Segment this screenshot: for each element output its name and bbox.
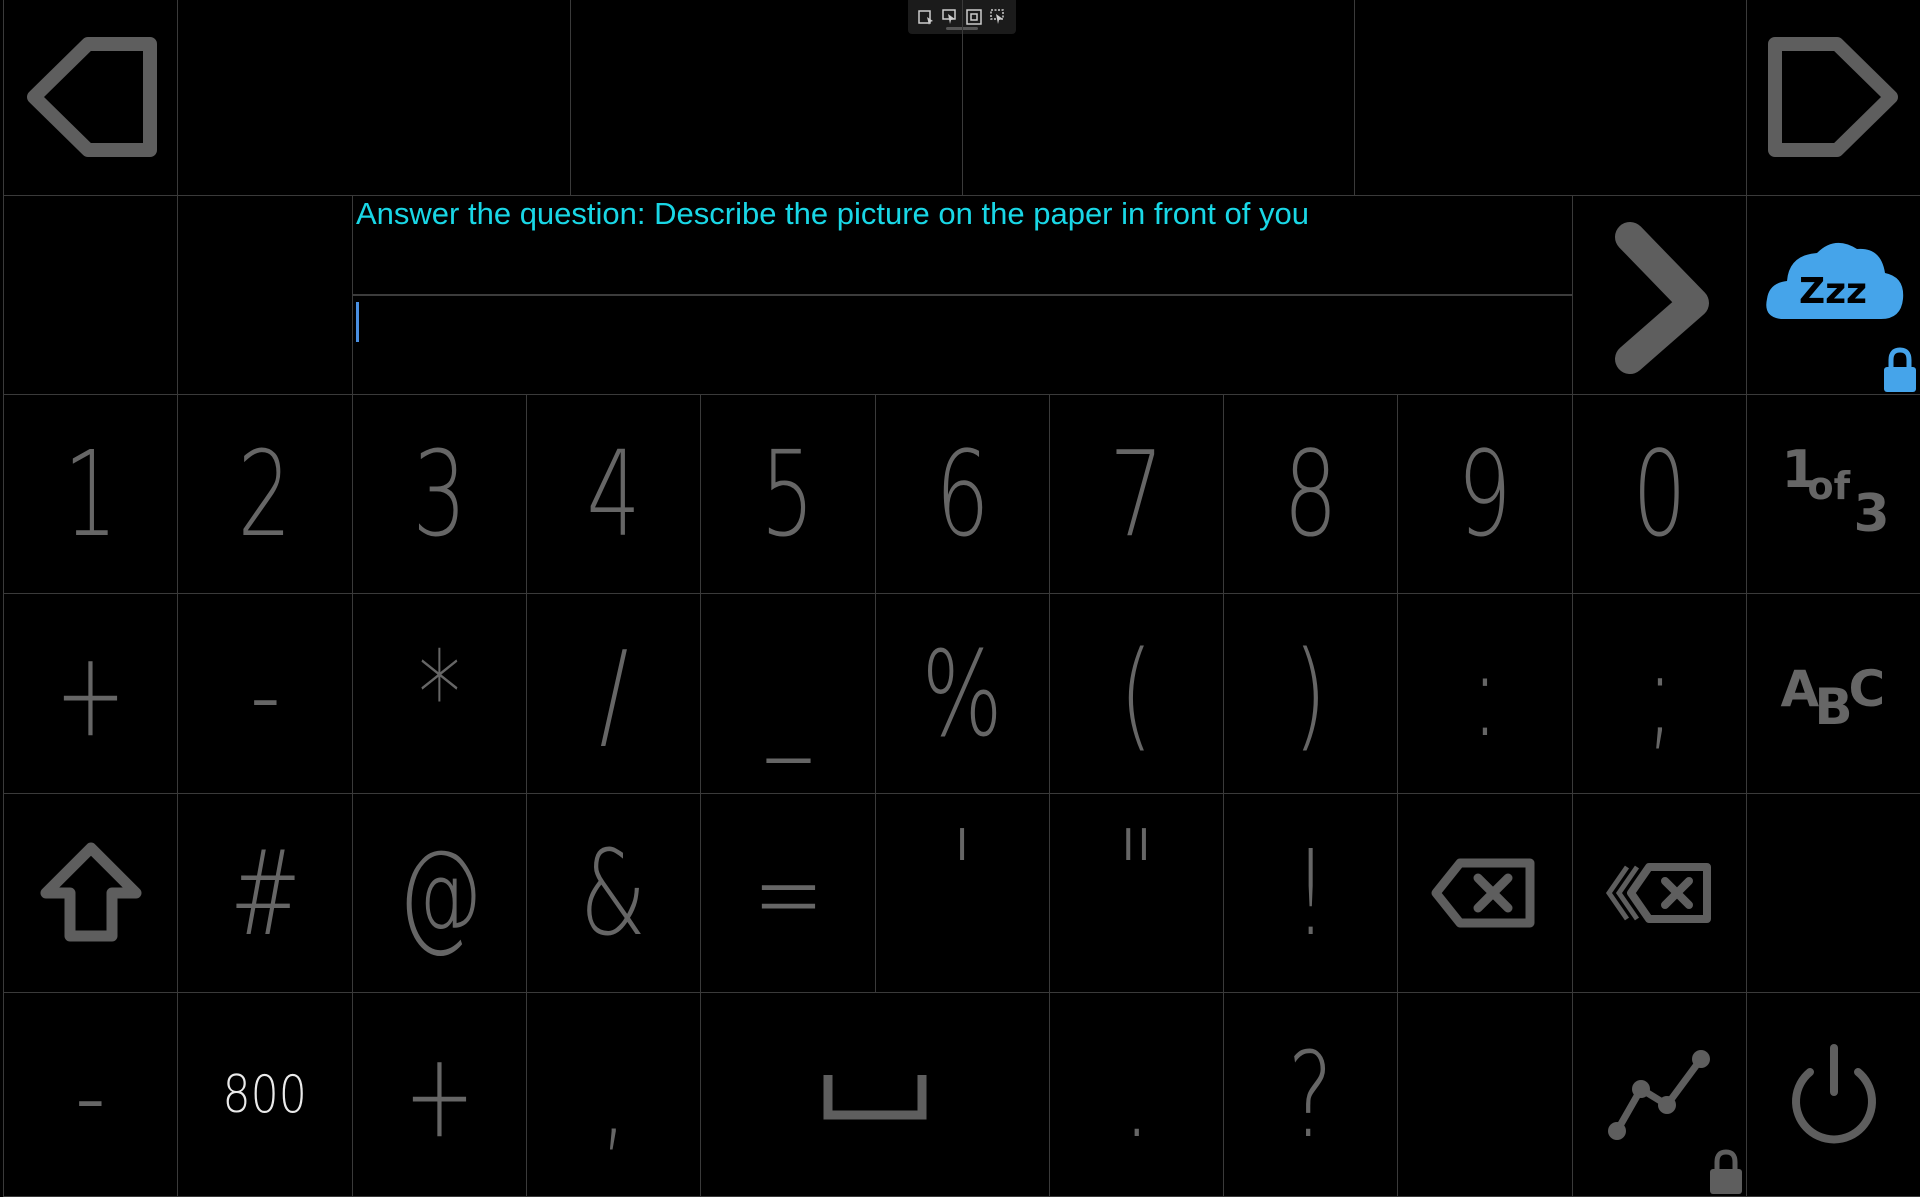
backspace-button[interactable] bbox=[1397, 793, 1573, 993]
key-exclamation[interactable]: ! bbox=[1223, 793, 1398, 993]
sleep-button[interactable]: Zzz bbox=[1746, 195, 1920, 395]
key-2[interactable]: 2 bbox=[177, 394, 353, 594]
delete-word-button[interactable] bbox=[1572, 793, 1747, 993]
key-5[interactable]: 5 bbox=[700, 394, 876, 594]
key-percent[interactable]: % bbox=[875, 593, 1050, 794]
abc-label: A B C bbox=[1780, 659, 1886, 736]
key-9[interactable]: 9 bbox=[1397, 394, 1573, 594]
space-button[interactable] bbox=[700, 992, 1050, 1197]
empty-key-cell bbox=[1746, 793, 1920, 993]
key-6[interactable]: 6 bbox=[875, 394, 1050, 594]
text-caret bbox=[356, 302, 359, 342]
key-equals[interactable]: = bbox=[700, 793, 876, 993]
lock-icon bbox=[1884, 347, 1916, 392]
left-empty-cell-2 bbox=[177, 195, 353, 395]
key-ampersand[interactable]: & bbox=[526, 793, 701, 993]
key-0[interactable]: 0 bbox=[1572, 394, 1747, 594]
key-plus[interactable]: + bbox=[3, 593, 178, 794]
key-right-paren[interactable]: ) bbox=[1223, 593, 1398, 794]
key-plus-bottom[interactable]: + bbox=[352, 992, 527, 1197]
question-prompt: Answer the question: Describe the pictur… bbox=[356, 196, 1309, 231]
top-empty-cell-2 bbox=[570, 0, 963, 196]
page-indicator-button[interactable]: 1 of 3 bbox=[1746, 394, 1920, 594]
next-button[interactable] bbox=[1572, 195, 1747, 395]
key-at[interactable]: @ bbox=[352, 793, 527, 993]
forward-button[interactable] bbox=[1746, 0, 1920, 196]
key-question[interactable]: ? bbox=[1223, 992, 1398, 1197]
answer-input[interactable] bbox=[352, 294, 1572, 394]
key-1[interactable]: 1 bbox=[3, 394, 178, 594]
empty-bottom-cell bbox=[1397, 992, 1573, 1197]
key-underscore[interactable]: _ bbox=[700, 593, 876, 794]
key-7[interactable]: 7 bbox=[1049, 394, 1224, 594]
graph-icon bbox=[1607, 1049, 1710, 1140]
shift-arrow-icon bbox=[40, 842, 141, 942]
key-4[interactable]: 4 bbox=[526, 394, 701, 594]
key-comma[interactable]: , bbox=[526, 992, 701, 1197]
key-minus[interactable]: - bbox=[177, 593, 353, 794]
key-period[interactable]: . bbox=[1049, 992, 1224, 1197]
sleep-cloud-icon: Zzz bbox=[1765, 242, 1903, 319]
key-apostrophe[interactable]: ' bbox=[875, 793, 1050, 993]
lock-icon bbox=[1710, 1149, 1742, 1194]
power-button[interactable] bbox=[1746, 992, 1920, 1197]
abc-keyboard-button[interactable]: A B C bbox=[1746, 593, 1920, 794]
chevron-right-icon bbox=[1614, 222, 1709, 374]
space-icon bbox=[823, 1074, 927, 1119]
key-3[interactable]: 3 bbox=[352, 394, 527, 594]
power-icon bbox=[1791, 1043, 1876, 1143]
key-left-paren[interactable]: ( bbox=[1049, 593, 1224, 794]
shift-button[interactable] bbox=[3, 793, 178, 993]
backspace-icon bbox=[1431, 858, 1535, 928]
key-colon[interactable]: : bbox=[1397, 593, 1573, 794]
word-prediction-button[interactable] bbox=[1572, 992, 1747, 1197]
delete-word-icon bbox=[1605, 863, 1711, 923]
top-empty-cell-4 bbox=[1354, 0, 1747, 196]
key-hash[interactable]: # bbox=[177, 793, 353, 993]
key-double-quote[interactable]: " bbox=[1049, 793, 1224, 993]
forward-arrow-icon bbox=[1767, 37, 1898, 157]
key-semicolon[interactable]: ; bbox=[1572, 593, 1747, 794]
page-indicator: 1 of 3 bbox=[1781, 440, 1890, 544]
top-empty-cell-3 bbox=[962, 0, 1355, 196]
key-asterisk[interactable]: * bbox=[352, 593, 527, 794]
key-slash[interactable]: / bbox=[526, 593, 701, 794]
top-empty-cell-1 bbox=[177, 0, 571, 196]
key-800[interactable]: 800 bbox=[177, 992, 353, 1197]
left-empty-cell-1 bbox=[3, 195, 178, 395]
key-8[interactable]: 8 bbox=[1223, 394, 1398, 594]
key-dash[interactable]: - bbox=[3, 992, 178, 1197]
back-arrow-icon bbox=[26, 37, 157, 157]
back-button[interactable] bbox=[3, 0, 178, 196]
svg-text:Zzz: Zzz bbox=[1798, 271, 1866, 312]
